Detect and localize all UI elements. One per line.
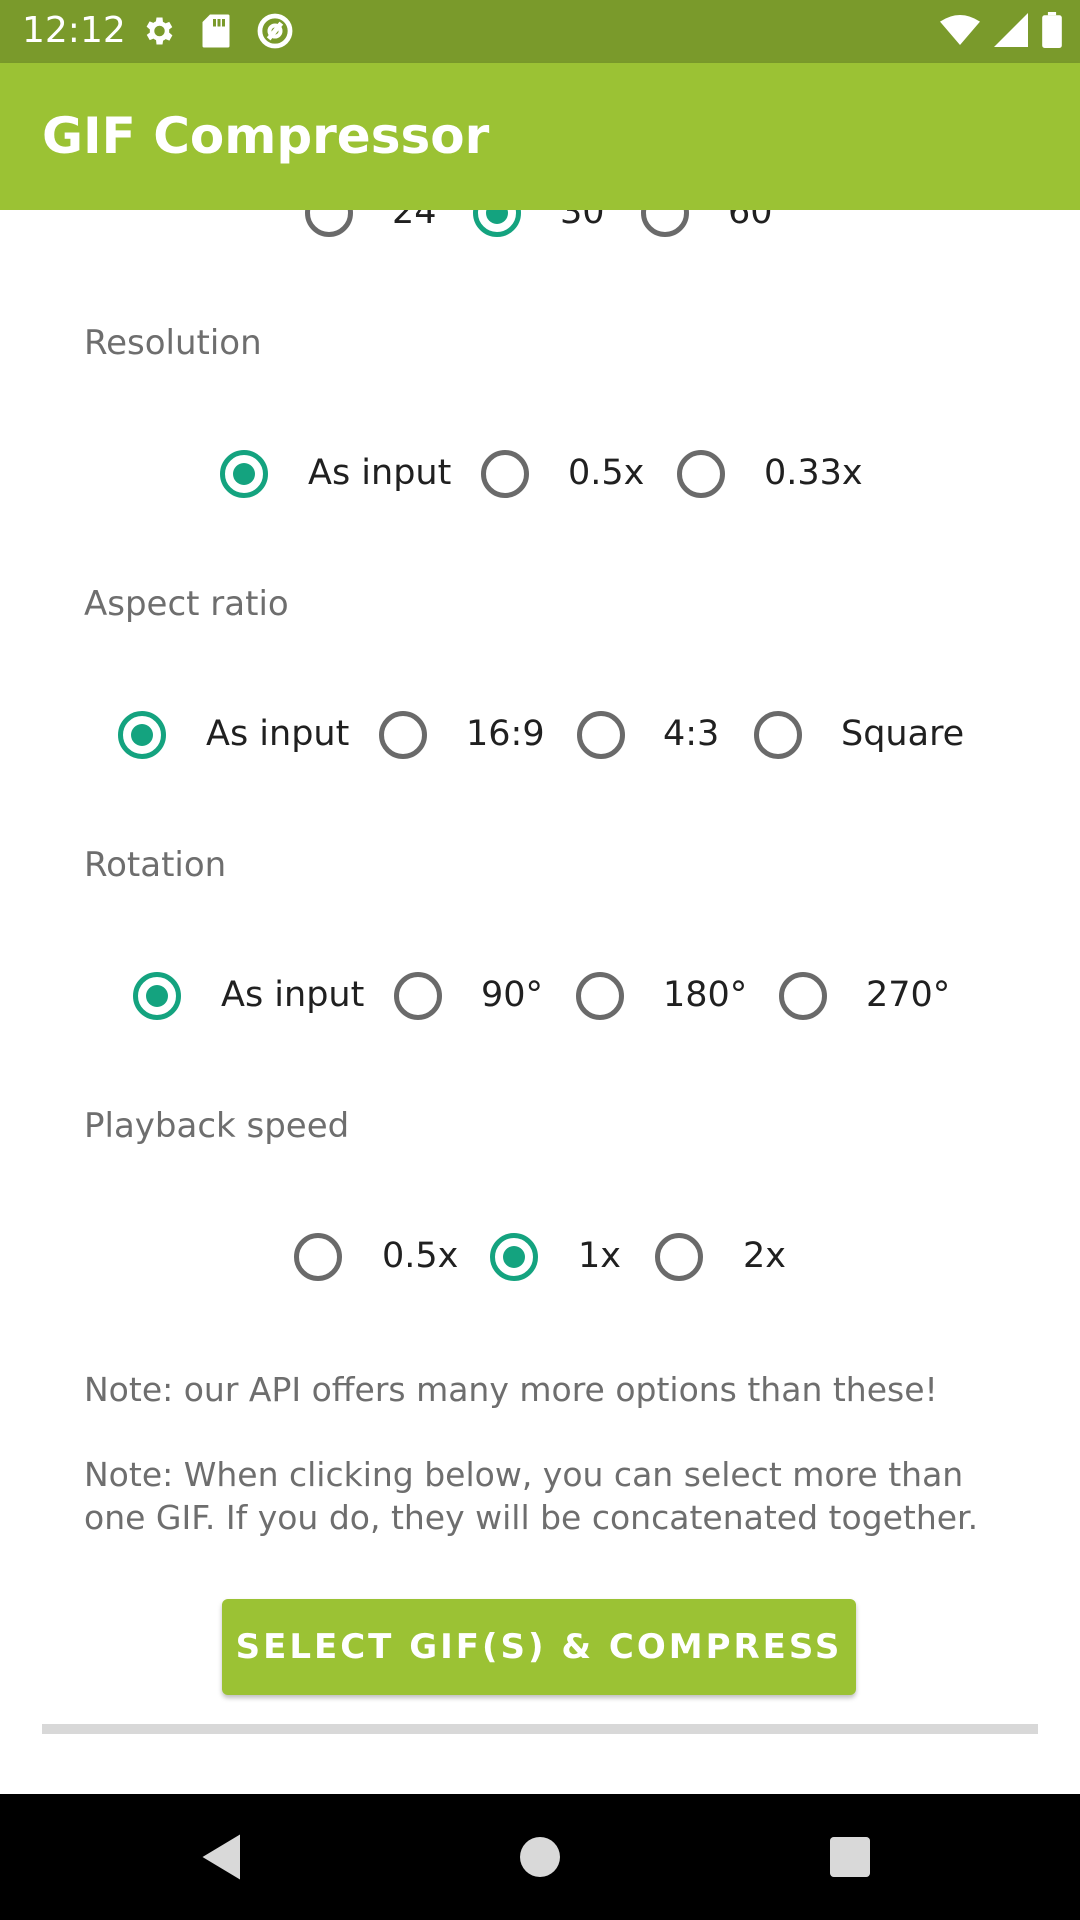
rotation-label-as-input[interactable]: As input (221, 975, 364, 1015)
aspect-ratio-title: Aspect ratio (84, 584, 289, 624)
speed-label-1x[interactable]: 1x (578, 1236, 621, 1276)
select-and-compress-button[interactable]: SELECT GIF(S) & COMPRESS (222, 1599, 856, 1695)
fps-label-30[interactable]: 30 (560, 210, 605, 232)
resolution-label-0-33x[interactable]: 0.33x (764, 453, 863, 493)
aspect-label-as-input[interactable]: As input (206, 714, 349, 754)
resolution-radio-as-input[interactable] (220, 450, 268, 498)
resolution-radio-0-33x[interactable] (677, 450, 725, 498)
speed-radio-0-5x[interactable] (294, 1233, 342, 1281)
rotation-title: Rotation (84, 845, 227, 885)
aspect-label-4-3[interactable]: 4:3 (663, 714, 719, 754)
gear-icon (140, 12, 176, 50)
wifi-icon (940, 13, 980, 47)
resolution-label-as-input[interactable]: As input (308, 453, 451, 493)
playback-speed-radio-group: 0.5x 1x 2x (0, 1220, 1080, 1300)
progress-bar (42, 1724, 1038, 1734)
navigation-bar (0, 1794, 1080, 1920)
select-note: Note: When clicking below, you can selec… (84, 1455, 979, 1537)
at-sign-icon (256, 12, 294, 50)
status-bar: 12:12 (0, 0, 1080, 63)
app-bar: GIF Compressor (0, 63, 1080, 210)
rotation-radio-270[interactable] (779, 972, 827, 1020)
aspect-radio-as-input[interactable] (118, 711, 166, 759)
resolution-radio-0-5x[interactable] (481, 450, 529, 498)
fps-label-60[interactable]: 60 (728, 210, 773, 232)
aspect-label-16-9[interactable]: 16:9 (466, 714, 545, 754)
fps-radio-group: 24 30 60 (0, 210, 1080, 256)
back-icon[interactable] (195, 1827, 255, 1887)
cell-signal-icon (994, 13, 1028, 47)
aspect-radio-4-3[interactable] (577, 711, 625, 759)
status-time: 12:12 (22, 10, 126, 51)
speed-radio-1x[interactable] (490, 1233, 538, 1281)
fps-radio-30[interactable] (473, 210, 521, 237)
aspect-radio-square[interactable] (754, 711, 802, 759)
fps-radio-24[interactable] (305, 210, 353, 237)
resolution-radio-group: As input 0.5x 0.33x (0, 437, 1080, 517)
speed-label-2x[interactable]: 2x (743, 1236, 786, 1276)
settings-content[interactable]: 24 30 60 Resolution As input 0.5x 0.33x … (0, 210, 1080, 1794)
status-icons-left (140, 12, 294, 50)
app-title: GIF Compressor (42, 107, 490, 165)
sd-card-icon (200, 12, 232, 50)
home-icon[interactable] (510, 1827, 570, 1887)
rotation-radio-180[interactable] (576, 972, 624, 1020)
resolution-label-0-5x[interactable]: 0.5x (568, 453, 644, 493)
speed-label-0-5x[interactable]: 0.5x (382, 1236, 458, 1276)
rotation-label-90[interactable]: 90° (481, 975, 543, 1015)
fps-radio-60[interactable] (641, 210, 689, 237)
api-note: Note: our API offers many more options t… (84, 1370, 938, 1409)
rotation-label-270[interactable]: 270° (866, 975, 950, 1015)
speed-radio-2x[interactable] (655, 1233, 703, 1281)
playback-speed-title: Playback speed (84, 1106, 350, 1146)
fps-label-24[interactable]: 24 (392, 210, 437, 232)
aspect-label-square[interactable]: Square (841, 714, 964, 754)
resolution-title: Resolution (84, 323, 262, 363)
rotation-label-180[interactable]: 180° (663, 975, 747, 1015)
rotation-radio-as-input[interactable] (133, 972, 181, 1020)
aspect-ratio-radio-group: As input 16:9 4:3 Square (0, 698, 1080, 778)
recents-icon[interactable] (820, 1827, 880, 1887)
status-icons-right (940, 12, 1062, 48)
aspect-radio-16-9[interactable] (379, 711, 427, 759)
rotation-radio-90[interactable] (394, 972, 442, 1020)
rotation-radio-group: As input 90° 180° 270° (0, 959, 1080, 1039)
battery-icon (1042, 12, 1062, 48)
